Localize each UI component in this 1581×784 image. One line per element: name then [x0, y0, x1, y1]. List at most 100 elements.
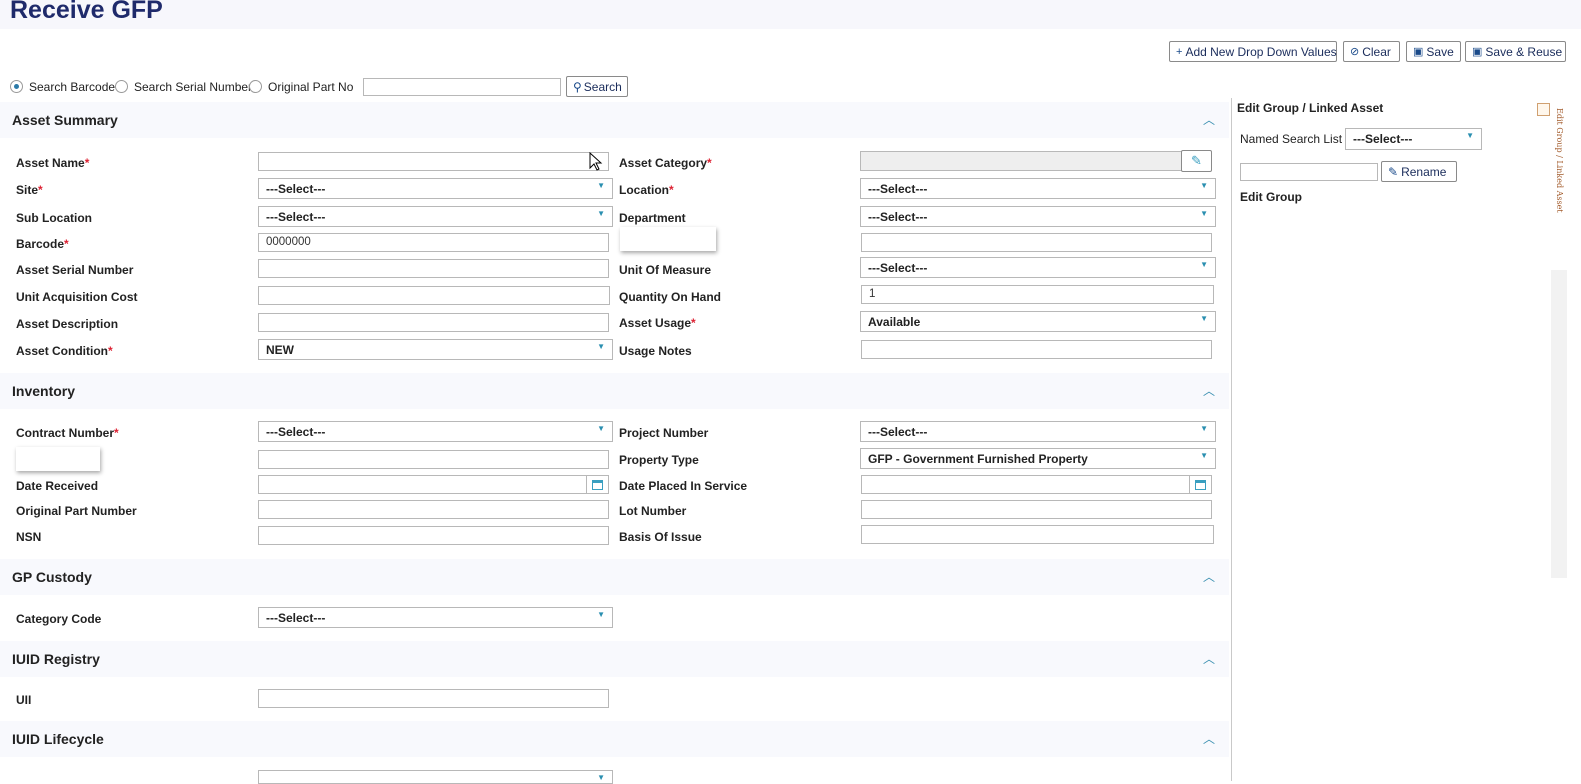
section-title: Inventory	[12, 383, 76, 399]
dropdown-arrow-icon: ▼	[1200, 424, 1208, 433]
add-dropdown-values-button[interactable]: + Add New Drop Down Values	[1169, 41, 1337, 62]
chevron-up-icon[interactable]: ︿	[1203, 650, 1215, 667]
asset-condition-label: Asset Condition*	[16, 344, 113, 358]
asset-category-input[interactable]	[860, 151, 1182, 171]
dropdown-arrow-icon: ▼	[1200, 181, 1208, 190]
section-title: IUID Registry	[12, 651, 100, 667]
basis-of-issue-input[interactable]	[861, 525, 1214, 544]
save-reuse-button[interactable]: ▣ Save & Reuse	[1465, 41, 1566, 62]
original-part-number-label: Original Part Number	[16, 504, 137, 518]
search-input[interactable]	[363, 78, 561, 96]
edit-group-panel: Edit Group / Linked Asset Named Search L…	[1231, 98, 1551, 781]
dropdown-arrow-icon: ▼	[1200, 451, 1208, 460]
unit-of-measure-select[interactable]: ---Select--- ▼	[860, 257, 1216, 278]
date-placed-input[interactable]	[861, 475, 1212, 494]
property-type-label: Property Type	[619, 453, 699, 467]
asset-name-input[interactable]	[258, 152, 609, 171]
dropdown-arrow-icon: ▼	[597, 610, 605, 619]
section-inventory[interactable]: Inventory ︿	[0, 373, 1229, 409]
lot-number-input[interactable]	[861, 500, 1212, 519]
lifecycle-select[interactable]: ▼	[258, 770, 613, 784]
nsn-label: NSN	[16, 530, 42, 544]
section-iuid-registry[interactable]: IUID Registry ︿	[0, 641, 1229, 677]
date-received-input[interactable]	[258, 475, 609, 494]
clear-button[interactable]: ⊘ Clear	[1343, 41, 1400, 62]
unit-of-measure-label: Unit Of Measure	[619, 263, 712, 277]
asset-category-label: Asset Category*	[619, 156, 712, 170]
search-serial-radio[interactable]	[115, 80, 128, 93]
barcode-label: Barcode*	[16, 237, 69, 251]
department-select[interactable]: ---Select--- ▼	[860, 206, 1216, 227]
floppy-icon: ▣	[1472, 46, 1483, 58]
unit-cost-input[interactable]	[258, 286, 610, 305]
named-search-select[interactable]: ---Select--- ▼	[1345, 128, 1482, 150]
nsn-input[interactable]	[258, 526, 609, 545]
mouse-cursor-icon	[589, 152, 603, 171]
page-title: Receive GFP	[10, 0, 163, 24]
dropdown-arrow-icon: ▼	[597, 424, 605, 433]
project-number-select[interactable]: ---Select--- ▼	[860, 421, 1216, 442]
rename-input[interactable]	[1240, 163, 1378, 181]
hidden-label-box	[16, 447, 100, 471]
asset-serial-input[interactable]	[258, 259, 609, 278]
category-code-label: Category Code	[16, 612, 102, 626]
site-select[interactable]: ---Select--- ▼	[258, 178, 613, 199]
edit-category-button[interactable]: ✎	[1181, 150, 1212, 172]
section-iuid-lifecycle[interactable]: IUID Lifecycle ︿	[0, 721, 1229, 757]
section-title: IUID Lifecycle	[12, 731, 104, 747]
asset-condition-select[interactable]: NEW ▼	[258, 339, 613, 360]
usage-notes-input[interactable]	[861, 340, 1212, 359]
calendar-icon[interactable]	[586, 476, 608, 493]
original-part-number-input[interactable]	[258, 500, 609, 519]
dropdown-arrow-icon: ▼	[1200, 260, 1208, 269]
panel-title: Edit Group / Linked Asset	[1237, 101, 1384, 115]
location-select[interactable]: ---Select--- ▼	[860, 178, 1216, 199]
scrollbar[interactable]	[1551, 270, 1567, 578]
asset-description-label: Asset Description	[16, 317, 119, 331]
date-received-label: Date Received	[16, 479, 99, 493]
calendar-icon[interactable]	[1189, 476, 1211, 493]
rename-button[interactable]: ✎ Rename	[1381, 161, 1457, 182]
chevron-up-icon[interactable]: ︿	[1203, 382, 1215, 399]
chevron-up-icon[interactable]: ︿	[1203, 568, 1215, 585]
original-part-radio[interactable]	[249, 80, 262, 93]
dropdown-arrow-icon: ▼	[1200, 209, 1208, 218]
project-number-label: Project Number	[619, 426, 709, 440]
asset-usage-select[interactable]: Available ▼	[860, 311, 1216, 332]
unit-cost-label: Unit Acquisition Cost	[16, 290, 138, 304]
date-placed-label: Date Placed In Service	[619, 479, 748, 493]
search-icon: ⚲	[573, 79, 582, 94]
search-barcode-radio[interactable]	[10, 80, 23, 93]
plus-icon: +	[1176, 45, 1183, 58]
original-part-label: Original Part No	[268, 80, 354, 94]
property-type-select[interactable]: GFP - Government Furnished Property ▼	[860, 448, 1216, 469]
quantity-input[interactable]: 1	[861, 285, 1214, 304]
save-button[interactable]: ▣ Save	[1406, 41, 1461, 62]
search-button[interactable]: ⚲ Search	[566, 76, 628, 97]
pencil-icon: ✎	[1191, 153, 1202, 168]
category-code-select[interactable]: ---Select--- ▼	[258, 607, 613, 628]
asset-usage-label: Asset Usage*	[619, 316, 696, 330]
contract-number-select[interactable]: ---Select--- ▼	[258, 421, 613, 442]
chevron-up-icon[interactable]: ︿	[1203, 730, 1215, 747]
site-label: Site*	[16, 183, 43, 197]
asset-name-label: Asset Name*	[16, 156, 90, 170]
floppy-icon: ▣	[1413, 46, 1424, 58]
barcode-input[interactable]: 0000000	[258, 233, 609, 252]
unlabeled-right-input[interactable]	[861, 233, 1212, 252]
section-gp-custody[interactable]: GP Custody ︿	[0, 559, 1229, 595]
search-serial-label: Search Serial Number	[134, 80, 253, 94]
quantity-label: Quantity On Hand	[619, 290, 721, 304]
asset-description-input[interactable]	[258, 313, 609, 332]
section-asset-summary[interactable]: Asset Summary ︿	[0, 102, 1229, 138]
chevron-up-icon[interactable]: ︿	[1203, 111, 1215, 128]
basis-of-issue-label: Basis Of Issue	[619, 530, 702, 544]
dropdown-arrow-icon: ▼	[597, 209, 605, 218]
uii-input[interactable]	[258, 689, 609, 708]
panel-toggle-icon[interactable]	[1537, 103, 1550, 116]
unlabeled-left-input[interactable]	[258, 450, 609, 469]
section-title: Asset Summary	[12, 112, 118, 128]
sub-location-select[interactable]: ---Select--- ▼	[258, 206, 613, 227]
dropdown-arrow-icon: ▼	[1466, 131, 1474, 140]
vertical-tab-label[interactable]: Edit Group / Linked Asset	[1555, 108, 1564, 213]
